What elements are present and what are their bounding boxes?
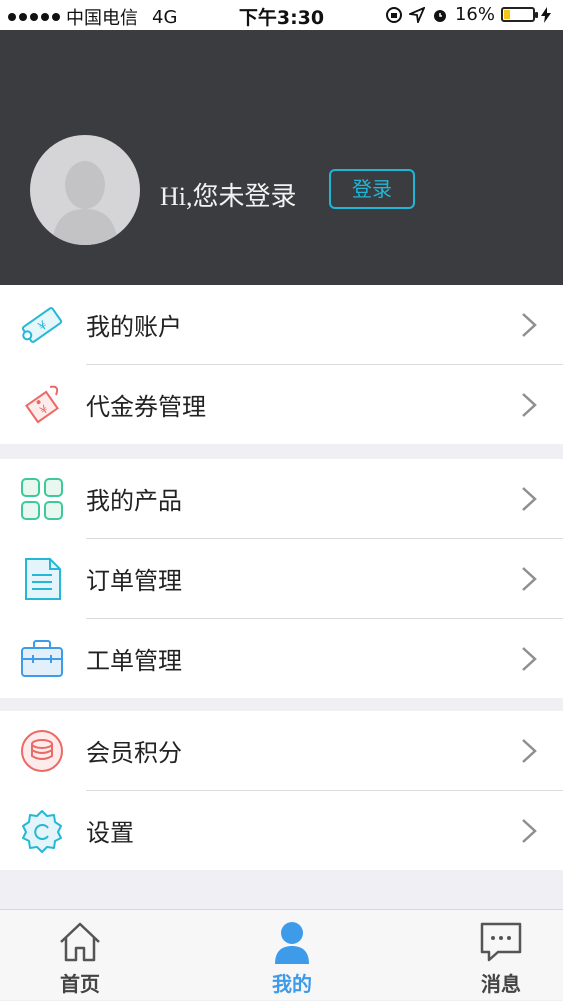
menu-label: 我的账户 — [86, 313, 182, 341]
menu-label: 订单管理 — [86, 567, 182, 595]
menu-label: 设置 — [86, 819, 134, 847]
account-ticket-icon: ¥ — [21, 306, 63, 343]
chevron-right-icon — [522, 566, 537, 591]
chevron-right-icon — [522, 312, 537, 337]
status-right: 16% — [385, 4, 551, 25]
menu-item-voucher[interactable]: ¥ 代金券管理 — [0, 365, 563, 444]
profile-header: Hi,您未登录 登录 — [0, 30, 563, 285]
home-icon — [60, 922, 100, 962]
tab-mine[interactable]: 我的 — [232, 910, 352, 1001]
menu-item-my-products[interactable]: 我的产品 — [0, 459, 563, 538]
user-icon — [275, 922, 309, 964]
menu-item-orders[interactable]: 订单管理 — [0, 539, 563, 618]
chevron-right-icon — [522, 738, 537, 763]
menu-item-work-orders[interactable]: 工单管理 — [0, 619, 563, 698]
rotation-lock-icon — [385, 6, 402, 23]
menu-item-settings[interactable]: 设置 — [0, 791, 563, 870]
menu-label: 我的产品 — [86, 487, 182, 515]
order-document-icon — [25, 557, 61, 600]
chevron-right-icon — [522, 818, 537, 843]
menu-item-my-account[interactable]: ¥ 我的账户 — [0, 285, 563, 364]
avatar[interactable] — [30, 135, 140, 245]
login-status-greeting: Hi,您未登录 — [160, 182, 297, 211]
menu-group-account: ¥ 我的账户 ¥ 代金券管理 — [0, 285, 563, 444]
tab-label: 我的 — [272, 972, 312, 996]
login-button[interactable]: 登录 — [329, 169, 415, 209]
menu-label: 代金券管理 — [86, 393, 206, 421]
settings-gear-icon — [22, 809, 62, 853]
tab-messages[interactable]: 消息 — [441, 910, 561, 1001]
battery-icon — [501, 7, 538, 22]
chevron-right-icon — [522, 392, 537, 417]
briefcase-icon — [21, 639, 63, 677]
battery-percent: 16% — [454, 4, 495, 25]
message-icon — [480, 922, 522, 962]
chevron-right-icon — [522, 646, 537, 671]
menu-label: 会员积分 — [86, 739, 182, 767]
coins-icon — [21, 729, 63, 772]
status-bar: 中国电信 4G 下午3:30 16% — [0, 0, 563, 30]
tab-label: 消息 — [481, 972, 521, 996]
tab-label: 首页 — [60, 972, 100, 996]
products-grid-icon — [21, 477, 63, 520]
voucher-tag-icon: ¥ — [25, 385, 59, 423]
default-avatar-icon — [52, 161, 118, 245]
menu-item-points[interactable]: 会员积分 — [0, 711, 563, 790]
tab-bar: 首页 我的 消息 — [0, 909, 563, 1000]
chevron-right-icon — [522, 486, 537, 511]
alarm-clock-icon — [433, 9, 446, 22]
charging-bolt-icon — [541, 6, 551, 23]
menu-group-products: 我的产品 订单管理 工单管理 — [0, 459, 563, 698]
tab-home[interactable]: 首页 — [20, 910, 140, 1001]
menu-group-membership: 会员积分 设置 — [0, 711, 563, 870]
location-arrow-icon — [408, 6, 425, 23]
menu-label: 工单管理 — [86, 647, 182, 675]
